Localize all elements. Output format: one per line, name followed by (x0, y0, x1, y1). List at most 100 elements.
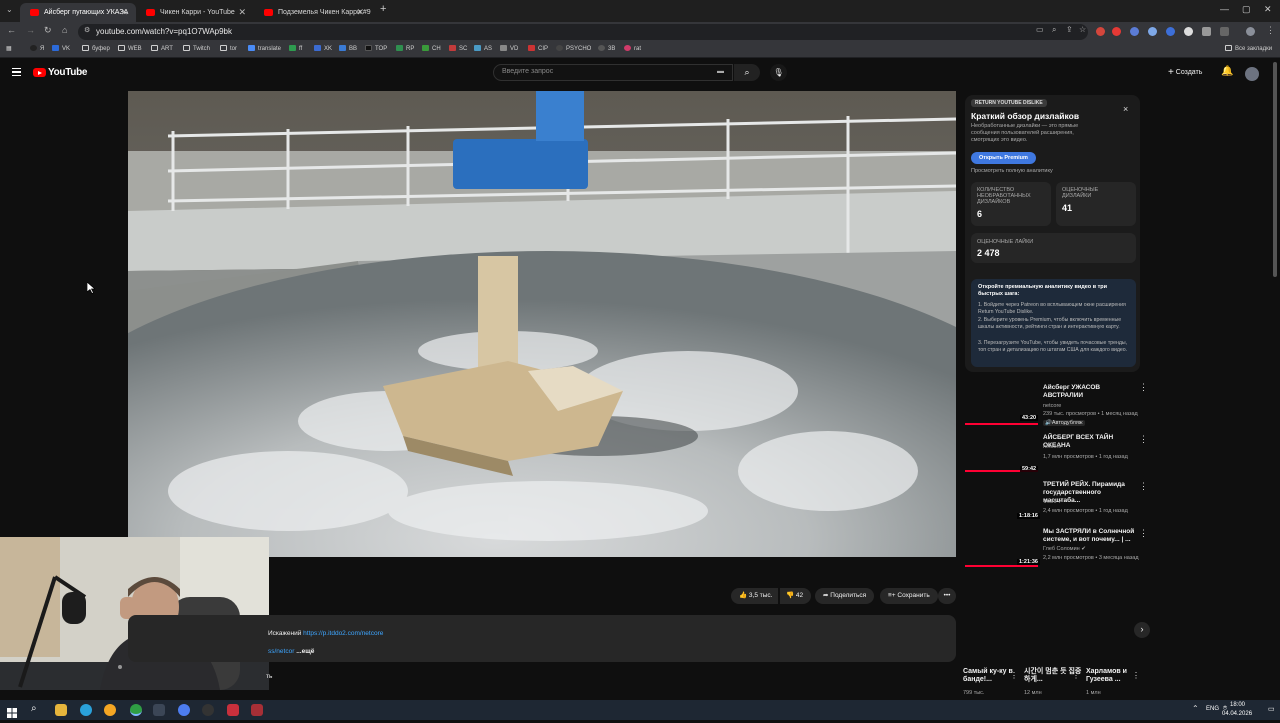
video-thumbnail[interactable] (965, 522, 1038, 563)
description-box[interactable]: Искажений https://p.itddo2.com/netcore s… (128, 615, 956, 662)
close-tab-icon[interactable]: ✕ (356, 3, 364, 22)
short-menu-icon[interactable]: ⋮ (1132, 671, 1140, 680)
show-more-button[interactable]: ...ещё (296, 648, 314, 655)
all-bookmarks[interactable]: Все закладки (1225, 45, 1272, 52)
bookmark-item[interactable]: translate (248, 45, 281, 52)
share-page-icon[interactable]: ⇪ (1066, 25, 1073, 34)
bookmark-folder[interactable]: ART (151, 45, 173, 52)
bookmark-item[interactable]: ff (289, 45, 302, 52)
channel-name[interactable]: netcore (1043, 444, 1061, 450)
more-actions-button[interactable]: ••• (938, 588, 956, 604)
recommendation-item[interactable]: 59:42 АЙСБЕРГ ВСЕХ ТАЙН ОКЕАНА netcore 1… (965, 429, 1148, 475)
search-input[interactable]: Введите запрос ▬ (493, 64, 733, 81)
bookmark-item[interactable]: XK (314, 45, 332, 52)
tab-3[interactable]: Подземелья Чикен Карри #9 ✕ (254, 3, 372, 22)
video-menu-icon[interactable]: ⋮ (1139, 481, 1148, 492)
apps-grid-icon[interactable]: ▦ (6, 45, 12, 52)
tab-search-icon[interactable]: ⌄ (6, 5, 13, 14)
video-menu-icon[interactable]: ⋮ (1139, 434, 1148, 445)
bookmark-star-icon[interactable]: ☆ (1079, 25, 1086, 34)
obs-icon[interactable] (202, 704, 214, 716)
close-tab-icon[interactable]: ✕ (120, 3, 128, 22)
shelf-next-button[interactable]: › (1134, 622, 1150, 638)
forward-icon[interactable]: → (26, 25, 35, 35)
profile-avatar-icon[interactable] (1246, 27, 1255, 36)
patreon-link[interactable]: https://p.itddo2.com/netcore (303, 630, 383, 637)
bookmark-item[interactable]: VD (500, 45, 518, 52)
video-title[interactable]: Айсберг УЖАСОВ АВСТРАЛИИ (1043, 384, 1139, 400)
bookmark-item[interactable]: CH (422, 45, 441, 52)
open-premium-button[interactable]: Открыть Premium (971, 152, 1036, 164)
site-info-icon[interactable]: ⚙ (84, 26, 90, 34)
app-red-icon[interactable] (227, 704, 239, 716)
bookmark-item[interactable]: SC (449, 45, 467, 52)
short-menu-icon[interactable]: ⋮ (1072, 671, 1080, 680)
yandex-browser-icon[interactable] (104, 704, 116, 716)
maximize-icon[interactable]: ▢ (1242, 4, 1251, 15)
menu-icon[interactable] (12, 68, 21, 76)
app-blue-icon[interactable] (178, 704, 190, 716)
close-tab-icon[interactable]: ✕ (238, 3, 246, 22)
new-tab-button[interactable]: + (380, 3, 386, 15)
recommendation-item[interactable]: 1:18:16 ТРЕТИЙ РЕЙХ. Пирамида государств… (965, 475, 1148, 521)
file-explorer-icon[interactable] (55, 704, 67, 716)
back-icon[interactable]: ← (7, 25, 16, 35)
bookmark-item[interactable]: RP (396, 45, 414, 52)
clock-date[interactable]: 04.04.2026 (1222, 711, 1252, 717)
account-avatar[interactable] (1245, 67, 1259, 81)
voice-search-button[interactable]: 🎙 (770, 64, 787, 81)
description-link[interactable]: ss/netcor (268, 648, 294, 655)
dislike-button[interactable]: 👎 42 (780, 588, 812, 604)
bookmark-item[interactable]: Я (30, 45, 44, 52)
save-button[interactable]: ≡+ Сохранить (880, 588, 938, 604)
video-player[interactable] (128, 91, 956, 557)
bookmark-folder[interactable]: Twitch (183, 45, 210, 52)
bookmark-item[interactable]: TOP (365, 45, 387, 52)
video-title[interactable]: Мы ЗАСТРЯЛИ в Солнечной системе, и вот п… (1043, 528, 1139, 544)
tab-2[interactable]: Чикен Карри - YouTube ✕ (136, 3, 254, 22)
share-button[interactable]: ➦ Поделиться (815, 588, 875, 604)
ryd-close-icon[interactable]: × (1123, 104, 1128, 114)
bookmark-item[interactable]: BB (339, 45, 357, 52)
taskbar-search-icon[interactable]: ⌕ (31, 703, 37, 714)
recommendation-item[interactable]: 1:21:36 Мы ЗАСТРЯЛИ в Солнечной системе,… (965, 522, 1148, 568)
zoom-icon[interactable]: ⌕ (1052, 25, 1056, 35)
settings-gear-icon[interactable] (153, 704, 165, 716)
tab-1[interactable]: Айсберг пугающих УКАЗА ✕ (20, 3, 136, 22)
close-window-icon[interactable]: ✕ (1264, 4, 1272, 15)
extension-7-icon[interactable] (1202, 27, 1211, 36)
short-menu-icon[interactable]: ⋮ (1010, 671, 1018, 680)
channel-name[interactable]: netcore (1043, 403, 1061, 409)
reload-icon[interactable]: ↻ (44, 25, 52, 36)
minimize-icon[interactable]: — (1220, 4, 1229, 14)
telegram-icon[interactable] (80, 704, 92, 716)
bookmark-item[interactable]: rat (624, 45, 641, 52)
bookmark-item[interactable]: PSYCHO (556, 45, 591, 52)
windows-start-icon[interactable] (7, 705, 17, 718)
bookmark-folder[interactable]: буфер (82, 45, 110, 52)
bookmark-item[interactable]: VK (52, 45, 70, 52)
keyboard-icon[interactable]: ▬ (717, 68, 724, 75)
notification-center-icon[interactable]: ▭ (1268, 705, 1275, 713)
like-button[interactable]: 👍 3,5 тыс. (731, 588, 779, 604)
chrome-icon[interactable] (130, 704, 142, 716)
extension-4-icon[interactable] (1148, 27, 1157, 36)
create-button[interactable]: + Создать (1168, 67, 1202, 78)
video-menu-icon[interactable]: ⋮ (1139, 528, 1148, 539)
bookmark-folder[interactable]: WEB (118, 45, 142, 52)
video-thumbnail[interactable] (965, 429, 1038, 470)
full-analytics-link[interactable]: Просмотреть полную аналитику (971, 168, 1053, 174)
notifications-bell-icon[interactable]: 🔔 (1221, 66, 1233, 77)
bookmark-folder[interactable]: tor (220, 45, 237, 52)
recommendation-item[interactable]: 43:20 Айсберг УЖАСОВ АВСТРАЛИИ netcore 2… (965, 382, 1148, 428)
app-red-2-icon[interactable] (251, 704, 263, 716)
extension-5-icon[interactable] (1166, 27, 1175, 36)
extension-1-icon[interactable] (1096, 27, 1105, 36)
page-scrollbar[interactable] (1273, 62, 1277, 277)
tray-chevron-icon[interactable]: ⌃ (1192, 704, 1199, 713)
channel-name[interactable]: Глеб Соломин ✔ (1043, 546, 1086, 552)
youtube-logo-icon[interactable] (33, 68, 46, 77)
browser-menu-icon[interactable]: ⋮ (1266, 25, 1275, 36)
extension-6-icon[interactable] (1184, 27, 1193, 36)
home-icon[interactable]: ⌂ (62, 25, 67, 35)
